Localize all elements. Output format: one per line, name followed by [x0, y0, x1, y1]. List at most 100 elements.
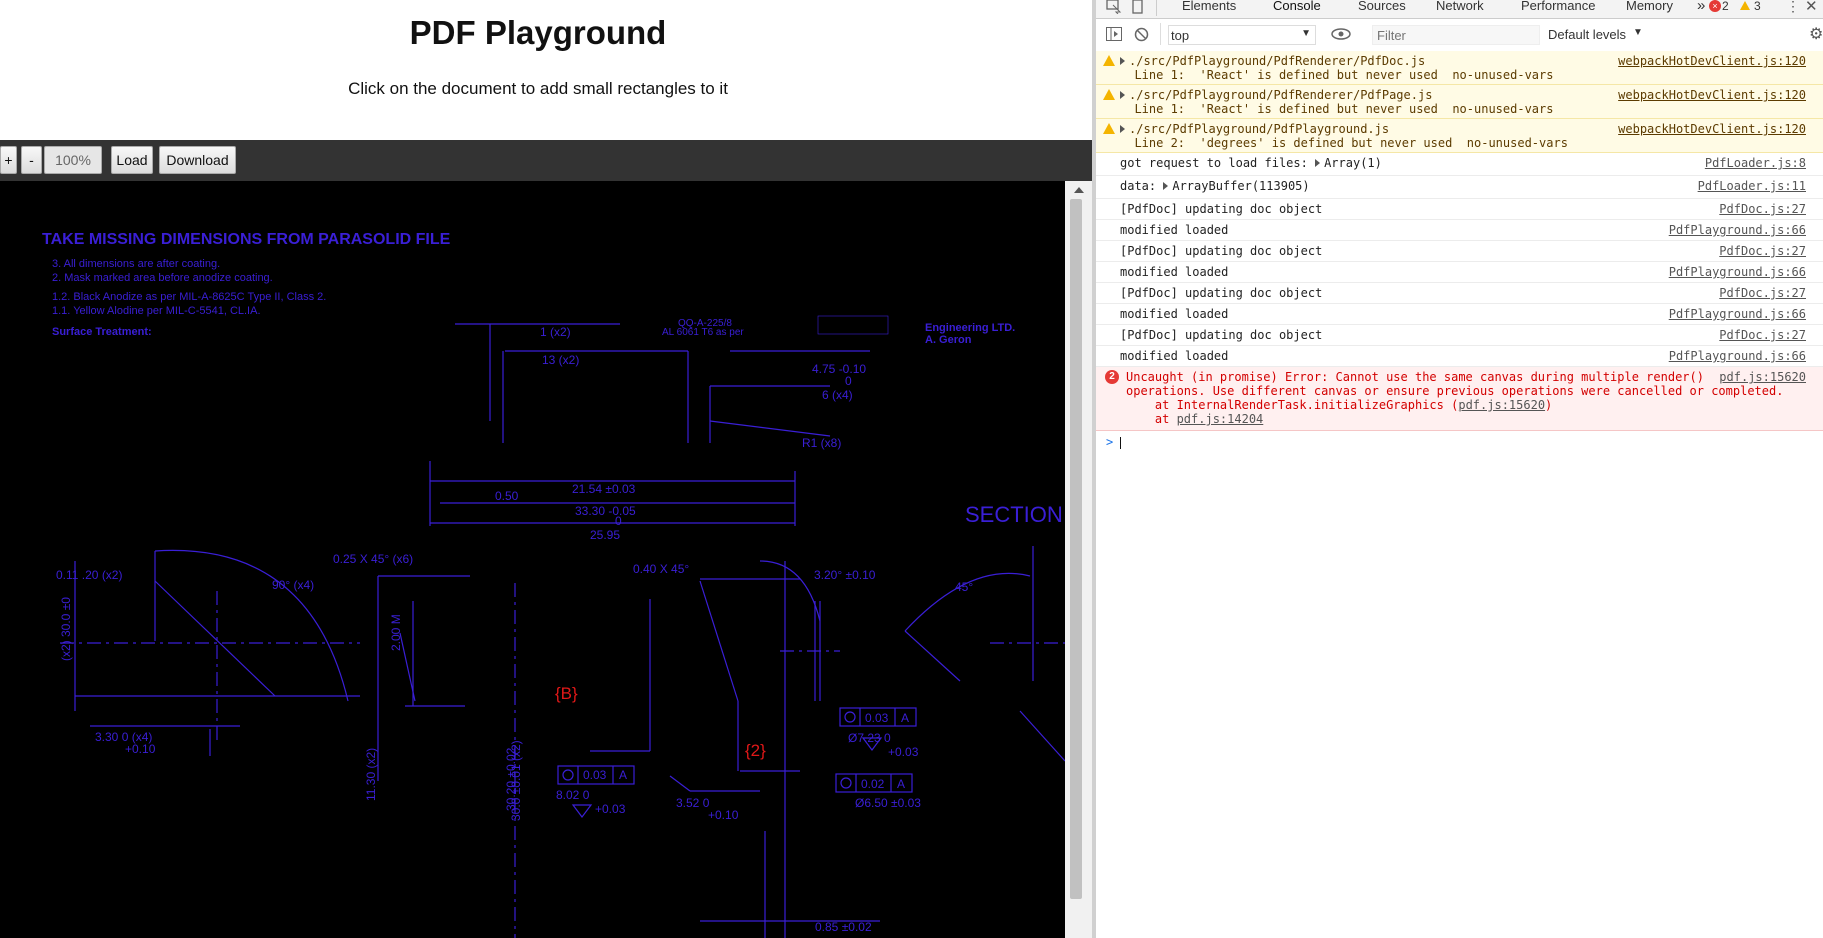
console-message-text: [PdfDoc] updating doc object: [1120, 286, 1323, 300]
note-1b: 1.2. Black Anodize as per MIL-A-8625C Ty…: [52, 291, 326, 303]
viewer-scrollbar[interactable]: [1065, 181, 1092, 938]
source-link[interactable]: PdfPlayground.js:66: [1669, 307, 1806, 321]
dim-mid: (x2) 30.0 ±0: [59, 597, 73, 661]
console-message: modified loaded: [1120, 349, 1228, 363]
sidebar-toggle-icon[interactable]: [1106, 27, 1122, 41]
zoom-in-button[interactable]: +: [0, 146, 17, 174]
live-expression-eye-icon[interactable]: [1331, 28, 1351, 40]
source-link[interactable]: webpackHotDevClient.js:120: [1618, 54, 1806, 68]
source-link[interactable]: PdfDoc.js:27: [1719, 202, 1806, 216]
stack-link[interactable]: pdf.js:14204: [1177, 412, 1264, 426]
dim-302: 30.20 ±0.02: [504, 747, 518, 811]
pdf-canvas[interactable]: TAKE MISSING DIMENSIONS FROM PARASOLID F…: [0, 181, 1065, 938]
dim-200: 2.00 M: [389, 614, 403, 651]
error-source-link[interactable]: pdf.js:15620: [1719, 370, 1806, 384]
error-count[interactable]: 2: [1722, 0, 1729, 12]
console-warning-row[interactable]: ./src/PdfPlayground/PdfRenderer/PdfDoc.j…: [1096, 51, 1823, 85]
source-link[interactable]: PdfDoc.js:27: [1719, 286, 1806, 300]
context-selector[interactable]: top ▼: [1168, 25, 1316, 45]
console-message: modified loaded: [1120, 307, 1228, 321]
stack-prefix: at InternalRenderTask.initializeGraphics…: [1126, 398, 1459, 412]
tab-performance[interactable]: Performance: [1521, 0, 1595, 18]
console-message-text: modified loaded: [1120, 349, 1229, 363]
source-link[interactable]: PdfLoader.js:8: [1705, 156, 1806, 170]
dim-320: 3.20° ±0.10: [814, 568, 876, 582]
console-log-row[interactable]: [PdfDoc] updating doc object PdfDoc.js:27: [1096, 241, 1823, 262]
kebab-menu-icon[interactable]: ⋮: [1786, 0, 1800, 15]
close-devtools-icon[interactable]: ✕: [1805, 0, 1818, 15]
technical-drawing: TAKE MISSING DIMENSIONS FROM PARASOLID F…: [42, 231, 1065, 938]
console-prompt[interactable]: >: [1106, 435, 1122, 449]
download-button[interactable]: Download: [159, 146, 236, 174]
error-count-icon[interactable]: ×: [1709, 0, 1721, 12]
log-levels-dropdown[interactable]: Default levels: [1548, 27, 1626, 42]
fcf-2-value: 0.02: [861, 777, 885, 791]
stack-prefix: at: [1126, 412, 1177, 426]
expand-triangle-icon[interactable]: [1120, 91, 1125, 99]
pdf-toolbar: + - 100% Load Download: [0, 140, 1092, 181]
scrollbar-thumb[interactable]: [1070, 199, 1082, 899]
label-2: {2}: [745, 741, 766, 760]
inspect-element-icon[interactable]: [1106, 0, 1122, 14]
console-log-row[interactable]: modified loaded PdfPlayground.js:66: [1096, 220, 1823, 241]
console-settings-gear-icon[interactable]: ⚙: [1809, 24, 1823, 44]
expand-triangle-icon[interactable]: [1120, 125, 1125, 133]
dim-050: 0.50: [495, 489, 519, 503]
devtools-panel: Elements Console Sources Network Perform…: [1096, 0, 1823, 938]
error-icon: 2: [1105, 370, 1119, 384]
dim-3330: 33.30 -0.05: [575, 504, 636, 518]
tab-console[interactable]: Console: [1261, 0, 1333, 18]
source-link[interactable]: PdfDoc.js:27: [1719, 328, 1806, 342]
dim-003: +0.03: [888, 745, 919, 759]
console-log-row[interactable]: [PdfDoc] updating doc object PdfDoc.js:27: [1096, 283, 1823, 304]
source-link[interactable]: PdfPlayground.js:66: [1669, 265, 1806, 279]
levels-chevron-icon[interactable]: ▼: [1633, 27, 1643, 38]
console-log-row[interactable]: modified loaded PdfPlayground.js:66: [1096, 346, 1823, 367]
more-tabs-icon[interactable]: »: [1697, 0, 1705, 18]
expand-object-triangle-icon[interactable]: [1315, 159, 1321, 167]
console-error-row[interactable]: 2 Uncaught (in promise) Error: Cannot use…: [1096, 367, 1823, 431]
source-link[interactable]: PdfLoader.js:11: [1698, 179, 1806, 193]
console-object-preview[interactable]: Array(1): [1324, 156, 1382, 170]
tab-memory[interactable]: Memory: [1626, 0, 1673, 18]
warning-count-icon[interactable]: [1740, 1, 1750, 10]
console-log-row[interactable]: [PdfDoc] updating doc object PdfDoc.js:27: [1096, 325, 1823, 346]
console-warning-row[interactable]: ./src/PdfPlayground/PdfPlayground.js Lin…: [1096, 119, 1823, 153]
clear-console-icon[interactable]: [1134, 27, 1149, 42]
source-link[interactable]: PdfPlayground.js:66: [1669, 223, 1806, 237]
scroll-up-arrow-icon[interactable]: [1074, 187, 1084, 193]
console-warning-row[interactable]: ./src/PdfPlayground/PdfRenderer/PdfPage.…: [1096, 85, 1823, 119]
page-subtitle: Click on the document to add small recta…: [348, 79, 728, 98]
dim-r1x8: R1 (x8): [802, 436, 841, 450]
console-log-row[interactable]: modified loaded PdfPlayground.js:66: [1096, 262, 1823, 283]
console-message-text: got request to load files:: [1120, 156, 1316, 170]
text-caret: [1120, 436, 1122, 449]
warning-count[interactable]: 3: [1754, 0, 1761, 12]
stack-link[interactable]: pdf.js:15620: [1458, 398, 1545, 412]
tab-elements[interactable]: Elements: [1182, 0, 1236, 18]
console-log-row[interactable]: modified loaded PdfPlayground.js:66: [1096, 304, 1823, 325]
expand-triangle-icon[interactable]: [1120, 57, 1125, 65]
expand-object-triangle-icon[interactable]: [1163, 182, 1169, 190]
dim-13x2: 13 (x2): [542, 353, 579, 367]
console-filter-input[interactable]: [1372, 25, 1540, 45]
device-toolbar-icon[interactable]: [1130, 0, 1146, 14]
console-message: ./src/PdfPlayground/PdfRenderer/PdfDoc.j…: [1120, 54, 1553, 82]
tab-network[interactable]: Network: [1436, 0, 1484, 18]
console-message: [PdfDoc] updating doc object: [1120, 244, 1322, 258]
dim-003b: +0.03: [595, 802, 626, 816]
tab-sources[interactable]: Sources: [1358, 0, 1406, 18]
zoom-out-button[interactable]: -: [21, 146, 42, 174]
dim-1130: 11.30 (x2): [364, 748, 378, 801]
note-3: 3. All dimensions are after coating.: [52, 258, 220, 270]
console-log-row[interactable]: [PdfDoc] updating doc object PdfDoc.js:27: [1096, 199, 1823, 220]
source-link[interactable]: webpackHotDevClient.js:120: [1618, 88, 1806, 102]
console-log-row[interactable]: data: ArrayBuffer(113905) PdfLoader.js:11: [1096, 176, 1823, 199]
dim-011: 0.11 .20 (x2): [56, 568, 122, 582]
console-log-row[interactable]: got request to load files: Array(1) PdfLo…: [1096, 153, 1823, 176]
source-link[interactable]: PdfDoc.js:27: [1719, 244, 1806, 258]
source-link[interactable]: PdfPlayground.js:66: [1669, 349, 1806, 363]
source-link[interactable]: webpackHotDevClient.js:120: [1618, 122, 1806, 136]
console-object-preview[interactable]: ArrayBuffer(113905): [1172, 179, 1309, 193]
load-button[interactable]: Load: [111, 146, 153, 174]
